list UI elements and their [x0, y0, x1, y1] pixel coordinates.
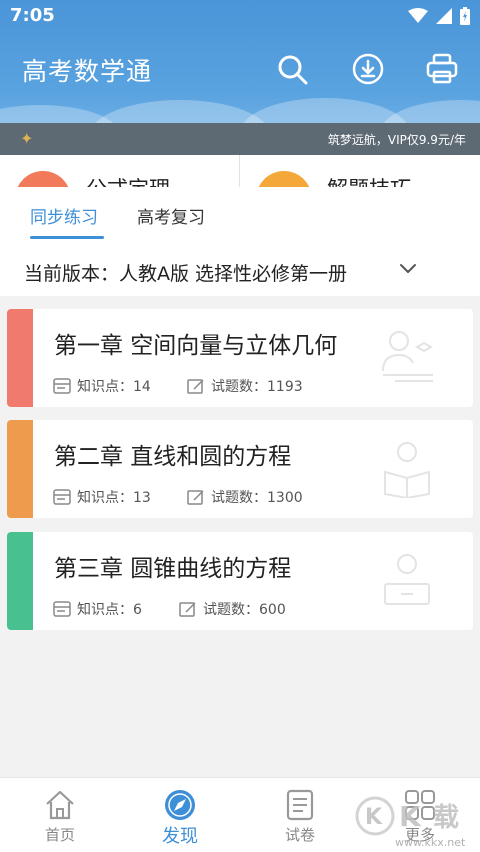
- battery-icon: [460, 7, 470, 25]
- vip-promo-text: 筑梦远航，VIP仅9.9元/年: [327, 133, 466, 147]
- question-count: 试题数：600: [179, 599, 286, 619]
- app-header: 7:05 高考数学通 ✦ 筑梦远航，VIP仅9.9元/年: [0, 0, 480, 155]
- knowledge-point-count: 知识点：13: [53, 487, 151, 507]
- chapter-title: 第二章 直线和圆的方程: [54, 444, 292, 470]
- compass-icon: [165, 790, 195, 820]
- question-count-text: 试题数：600: [203, 602, 286, 618]
- chevron-down-icon[interactable]: [398, 258, 418, 278]
- svg-text:K: K: [365, 805, 383, 830]
- edit-icon: [179, 602, 196, 617]
- question-count: 试题数：1193: [187, 376, 303, 396]
- app-title: 高考数学通: [22, 57, 153, 86]
- list-icon: [53, 601, 71, 617]
- chapter-card[interactable]: 第三章 圆锥曲线的方程 知识点：6 试题数：600: [7, 532, 473, 630]
- feature-strip: 公式定理 解题技巧: [0, 155, 480, 187]
- formula-icon[interactable]: [15, 171, 71, 187]
- chapter-card[interactable]: 第一章 空间向量与立体几何 知识点：14 试题数：1193: [7, 309, 473, 407]
- knowledge-point-count: 知识点：14: [53, 376, 151, 396]
- edit-icon: [187, 379, 204, 394]
- chapter-color-stripe: [7, 420, 33, 518]
- question-count-text: 试题数：1300: [211, 490, 303, 506]
- knowledge-point-text: 知识点：14: [77, 379, 151, 395]
- document-icon: [286, 789, 314, 821]
- tips-icon[interactable]: [256, 171, 312, 187]
- edit-icon: [187, 490, 204, 505]
- feature-formula-label[interactable]: 公式定理: [86, 173, 170, 187]
- feature-tips-label[interactable]: 解题技巧: [327, 173, 411, 187]
- feature-divider: [239, 155, 240, 187]
- person-book-icon: [382, 331, 434, 382]
- status-bar: 7:05: [0, 0, 480, 32]
- wifi-icon: [408, 8, 428, 23]
- star-icon: ✦: [20, 129, 34, 148]
- nav-home[interactable]: 首页: [0, 778, 120, 852]
- question-count: 试题数：1300: [187, 487, 303, 507]
- question-count-text: 试题数：1193: [211, 379, 303, 395]
- nav-papers-label: 试卷: [284, 826, 315, 844]
- status-time: 7:05: [10, 5, 55, 26]
- printer-icon[interactable]: [425, 52, 459, 86]
- nav-discover-label: 发现: [162, 826, 198, 847]
- tab-underline: [30, 236, 104, 239]
- chapter-color-stripe: [7, 309, 33, 407]
- home-icon: [46, 790, 74, 820]
- nav-papers[interactable]: 试卷: [240, 778, 360, 852]
- vip-promo-banner[interactable]: ✦ 筑梦远航，VIP仅9.9元/年: [0, 123, 480, 155]
- status-icons: [408, 7, 470, 25]
- signal-icon: [436, 8, 452, 24]
- list-icon: [53, 378, 71, 394]
- tab-exam-review[interactable]: 高考复习: [137, 203, 205, 228]
- download-icon[interactable]: [351, 52, 385, 86]
- knowledge-point-text: 知识点：6: [77, 602, 142, 618]
- nav-discover[interactable]: 发现: [120, 778, 240, 852]
- knowledge-point-text: 知识点：13: [77, 490, 151, 506]
- chapter-title: 第一章 空间向量与立体几何: [54, 333, 338, 359]
- chapter-title: 第三章 圆锥曲线的方程: [54, 556, 292, 582]
- tab-sync-practice[interactable]: 同步练习: [30, 203, 98, 228]
- chapter-card[interactable]: 第二章 直线和圆的方程 知识点：13 试题数：1300: [7, 420, 473, 518]
- search-icon[interactable]: [275, 52, 309, 86]
- student-desk-icon: [384, 554, 430, 605]
- version-selector-label[interactable]: 当前版本：人教A版 选择性必修第一册: [24, 259, 347, 286]
- watermark-logo: K K 载 www.kkx.net: [355, 796, 466, 849]
- svg-text:载: 载: [433, 803, 459, 833]
- watermark-text: www.kkx.net: [395, 836, 466, 849]
- reader-icon: [384, 442, 430, 498]
- list-icon: [53, 489, 71, 505]
- chapter-color-stripe: [7, 532, 33, 630]
- knowledge-point-count: 知识点：6: [53, 599, 142, 619]
- nav-home-label: 首页: [44, 826, 75, 844]
- svg-text:K: K: [399, 800, 422, 833]
- tabs-area: 同步练习 高考复习 当前版本：人教A版 选择性必修第一册: [0, 187, 480, 296]
